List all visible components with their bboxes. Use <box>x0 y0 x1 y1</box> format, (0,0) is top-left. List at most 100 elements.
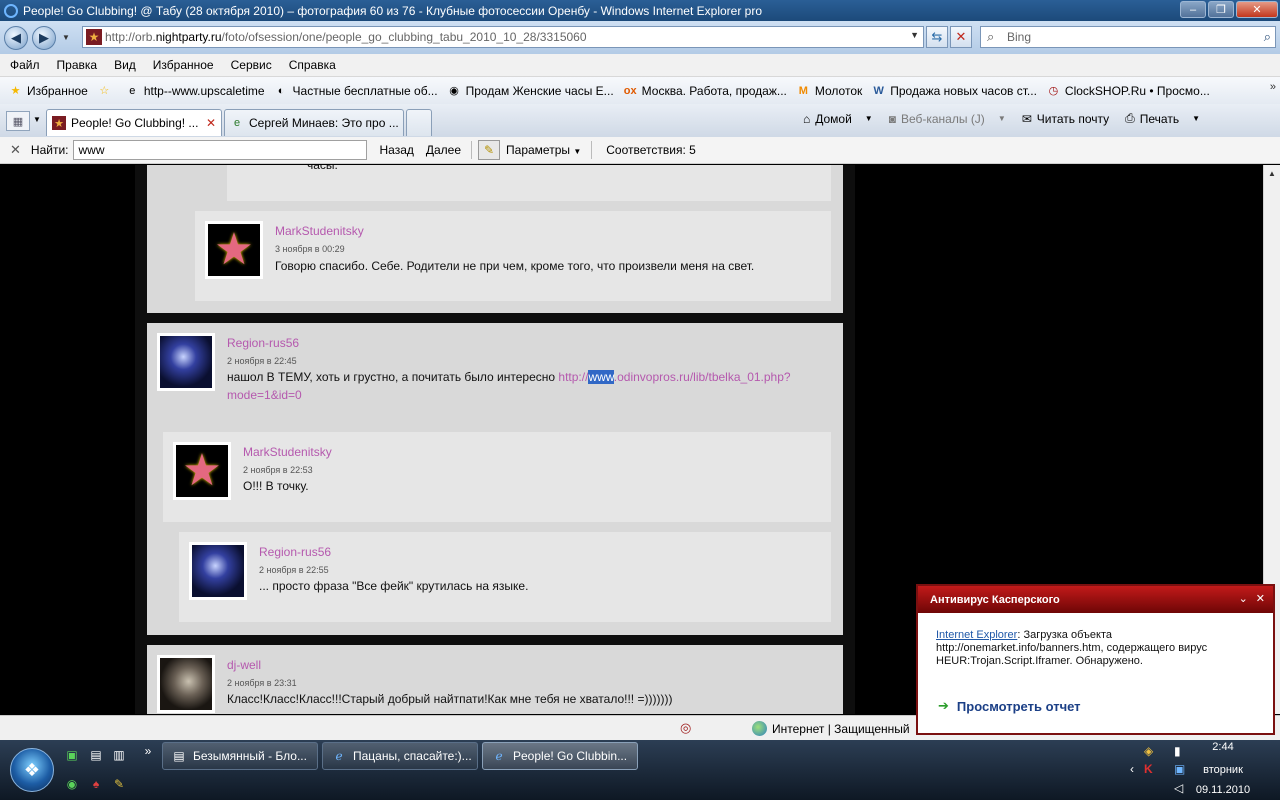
read-mail-button[interactable]: ✉ Читать почту <box>1022 112 1109 126</box>
comment-username[interactable]: MarkStudenitsky <box>275 224 364 238</box>
start-button[interactable]: ❖ <box>10 748 54 792</box>
find-input[interactable] <box>73 140 368 160</box>
comment-username[interactable]: dj-well <box>227 658 261 672</box>
find-options-dropdown-icon: ▼ <box>573 147 582 156</box>
clock-date[interactable]: 09.11.2010 <box>1188 784 1258 796</box>
comment-username[interactable]: MarkStudenitsky <box>243 445 332 459</box>
avatar[interactable] <box>157 333 215 391</box>
menu-help[interactable]: Справка <box>289 58 336 72</box>
avatar[interactable]: ★ <box>173 442 231 500</box>
close-icon[interactable]: ✕ <box>1256 592 1265 605</box>
ie-page-icon: e <box>233 117 241 129</box>
usb-device-icon[interactable]: ▮ <box>1174 744 1181 758</box>
home-button[interactable]: ⌂ Домой ▼ <box>803 112 873 126</box>
quicklaunch-overflow-icon[interactable]: » <box>140 743 156 759</box>
network-activity-icon[interactable]: ◈ <box>1144 744 1153 758</box>
favorites-overflow-icon[interactable]: » <box>1270 81 1276 93</box>
network-icon[interactable]: ▣ <box>1174 762 1185 776</box>
ie-icon: ℯ <box>335 749 343 763</box>
comment-box: ★ MarkStudenitsky 3 ноября в 00:29 Говор… <box>195 211 831 301</box>
taskbar-button-notepad[interactable]: ▤ Безымянный - Бло... <box>162 742 318 770</box>
favorite-link-4[interactable]: M Молоток <box>796 83 862 98</box>
privacy-icon[interactable]: ◎ <box>680 720 691 736</box>
favorite-link-2[interactable]: ◉ Продам Женские часы Е... <box>447 83 613 98</box>
comment-username[interactable]: Region-rus56 <box>227 336 299 350</box>
printer-icon: ⎙ <box>1125 111 1135 125</box>
address-dropdown-icon[interactable]: ▼ <box>910 30 919 40</box>
comment-text: нашол В ТЕМУ, хоть и грустно, а почитать… <box>227 368 827 404</box>
address-field[interactable]: ★ http://orb. nightparty.ru/foto/ofsessio… <box>82 26 924 48</box>
search-go-icon[interactable]: ⌕ <box>1264 29 1271 45</box>
refresh-button[interactable]: ⇆ <box>926 26 948 48</box>
ie-page-icon: e <box>129 84 136 97</box>
search-input[interactable]: ⌕ Bing ⌕ <box>980 26 1276 48</box>
quicklaunch-icon[interactable]: ▥ <box>111 747 127 763</box>
kaspersky-tray-icon[interactable]: K <box>1144 762 1153 776</box>
new-tab-button[interactable] <box>406 109 432 136</box>
print-button[interactable]: ⎙ Печать ▼ <box>1125 111 1200 126</box>
close-find-bar-icon[interactable]: ✕ <box>10 142 21 158</box>
favorite-link-6[interactable]: ◷ ClockSHOP.Ru • Просмо... <box>1046 83 1210 98</box>
favorite-link-1[interactable]: ◐ Частные бесплатные об... <box>274 83 438 98</box>
read-mail-label: Читать почту <box>1036 111 1110 126</box>
quick-tabs-button[interactable]: ▦ <box>6 111 30 131</box>
print-dropdown-icon[interactable]: ▼ <box>1192 114 1200 123</box>
quicklaunch-icon[interactable]: ▤ <box>88 747 104 763</box>
clock-day[interactable]: вторник <box>1188 764 1258 776</box>
menu-file[interactable]: Файл <box>10 58 40 72</box>
forward-button[interactable]: ▶ <box>32 25 56 50</box>
history-dropdown[interactable]: ▼ <box>62 33 72 42</box>
back-button[interactable]: ◀ <box>4 25 28 50</box>
taskbar-button-ie-2[interactable]: ℯ People! Go Clubbin... <box>482 742 638 770</box>
feeds-dropdown-icon[interactable]: ▼ <box>998 114 1006 123</box>
collapse-icon[interactable]: ⌄ <box>1239 592 1248 605</box>
comment-text: Класс!Класс!Класс!!!Старый добрый найтпа… <box>227 692 673 706</box>
quicklaunch-icon[interactable]: ▣ <box>64 747 80 763</box>
close-window-button[interactable]: ✕ <box>1236 1 1278 18</box>
favorite-link-5[interactable]: W Продажа новых часов ст... <box>871 83 1037 98</box>
kaspersky-app-link[interactable]: Internet Explorer <box>936 629 1017 641</box>
security-zone[interactable]: Интернет | Защищенный <box>752 721 910 736</box>
maximize-button[interactable]: ❐ <box>1208 1 1234 18</box>
favorites-star-icon: ★ <box>10 85 21 97</box>
dj-avatar-icon <box>160 658 212 710</box>
comment-username[interactable]: Region-rus56 <box>259 545 331 559</box>
avatar[interactable]: ★ <box>205 221 263 279</box>
comment-date: 3 ноября в 00:29 <box>275 244 345 254</box>
menu-favorites[interactable]: Избранное <box>153 58 214 72</box>
ie-icon: ℯ <box>495 749 503 763</box>
favorite-link-3[interactable]: ox Москва. Работа, продаж... <box>623 83 787 98</box>
tab-list-dropdown[interactable]: ▼ <box>33 115 41 124</box>
menu-edit[interactable]: Правка <box>57 58 98 72</box>
stop-button[interactable]: ✕ <box>950 26 972 48</box>
view-report-link[interactable]: ➔ Просмотреть отчет <box>938 698 1081 714</box>
forward-arrow-icon: ▶ <box>39 29 49 45</box>
find-options-button[interactable]: Параметры ▼ <box>506 143 581 157</box>
highlight-matches-button[interactable]: ✎ <box>478 140 501 160</box>
menu-tools[interactable]: Сервис <box>231 58 272 72</box>
home-dropdown-icon[interactable]: ▼ <box>865 114 873 123</box>
avatar[interactable] <box>189 542 247 600</box>
scroll-up-icon[interactable]: ▲ <box>1268 169 1276 178</box>
find-next-button[interactable]: Далее <box>426 143 461 157</box>
quicklaunch-icon[interactable]: ◉ <box>64 776 80 792</box>
menu-view[interactable]: Вид <box>114 58 136 72</box>
quicklaunch-icon[interactable]: ✎ <box>111 776 127 792</box>
volume-icon[interactable]: ◁ <box>1174 781 1183 795</box>
favorites-button[interactable]: ★ Избранное <box>8 83 88 98</box>
quicklaunch-icon[interactable]: ♠ <box>88 776 104 792</box>
tab-sergey-minaev[interactable]: e Сергей Минаев: Это про ... <box>224 109 404 136</box>
search-provider-icon: ⌕ <box>987 29 995 44</box>
link-prefix: http:// <box>558 370 589 384</box>
minimize-button[interactable]: – <box>1180 1 1206 18</box>
tray-expand-icon[interactable]: ‹ <box>1130 762 1134 776</box>
favorite-link-0[interactable]: e http--www.upscaletime <box>125 83 264 98</box>
add-favorite-button[interactable]: ☆ <box>97 83 116 98</box>
taskbar-button-ie-1[interactable]: ℯ Пацаны, спасайте:)... <box>322 742 478 770</box>
feeds-button[interactable]: ◙ Веб-каналы (J) ▼ <box>889 112 1006 126</box>
tab-people-go-clubbing[interactable]: ★ People! Go Clubbing! ... ✕ <box>46 109 222 136</box>
find-previous-button[interactable]: Назад <box>379 143 413 157</box>
clock-time[interactable]: 2:44 <box>1188 741 1258 753</box>
close-tab-icon[interactable]: ✕ <box>206 116 216 130</box>
avatar[interactable] <box>157 655 215 713</box>
